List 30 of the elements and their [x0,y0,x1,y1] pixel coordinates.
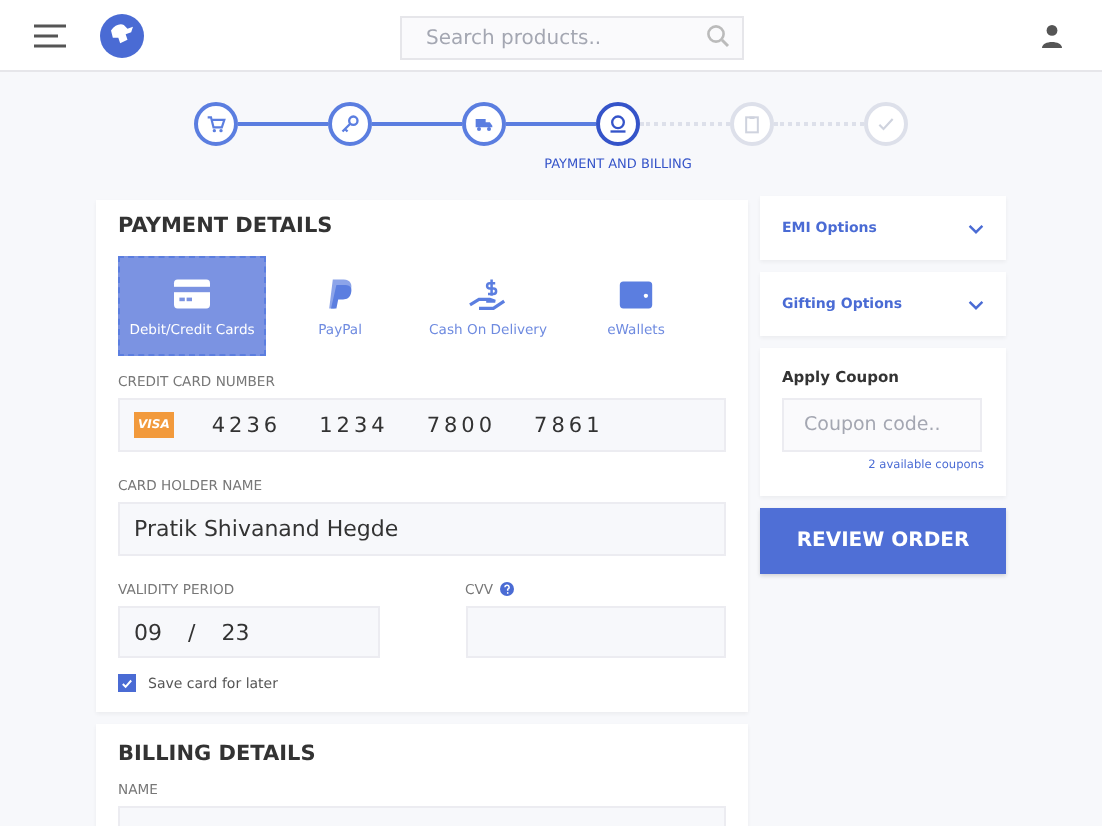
step-indicator[interactable] [194,102,238,146]
menu-icon[interactable] [34,23,66,47]
check-icon [876,114,896,134]
card-number-group: 1234 [319,413,389,437]
step-indicator[interactable] [328,102,372,146]
search-field[interactable]: Search products.. [400,16,744,60]
clipboard-icon [742,114,762,134]
cart-icon [206,114,226,134]
search-icon [706,23,730,47]
card-number-group: 4236 [211,413,282,437]
card-holder-field[interactable]: Pratik Shivanand Hegde [118,502,726,556]
section-title: PAYMENT DETAILS [118,214,335,238]
section-title: BILLING DETAILS [118,742,318,766]
step-indicator[interactable] [462,102,506,146]
wallet-icon [614,275,658,311]
globe-logo-icon[interactable] [100,13,144,57]
validity-field[interactable]: 09 / 23 [118,606,379,658]
save-card-checkbox[interactable] [118,674,136,692]
key-icon [340,114,360,134]
card-icon [170,275,215,311]
step-indicator[interactable] [596,102,640,146]
coupon-field[interactable]: Coupon code.. [782,398,982,452]
review-order-button[interactable]: REVIEW ORDER [760,508,1006,574]
user-icon[interactable] [1040,23,1064,47]
cash-icon [466,275,511,311]
truck-icon [474,114,494,134]
card-number-group: 7800 [426,413,497,437]
help-icon[interactable] [499,582,514,596]
coin-icon [608,114,628,134]
card-number-group: 7861 [534,413,604,437]
